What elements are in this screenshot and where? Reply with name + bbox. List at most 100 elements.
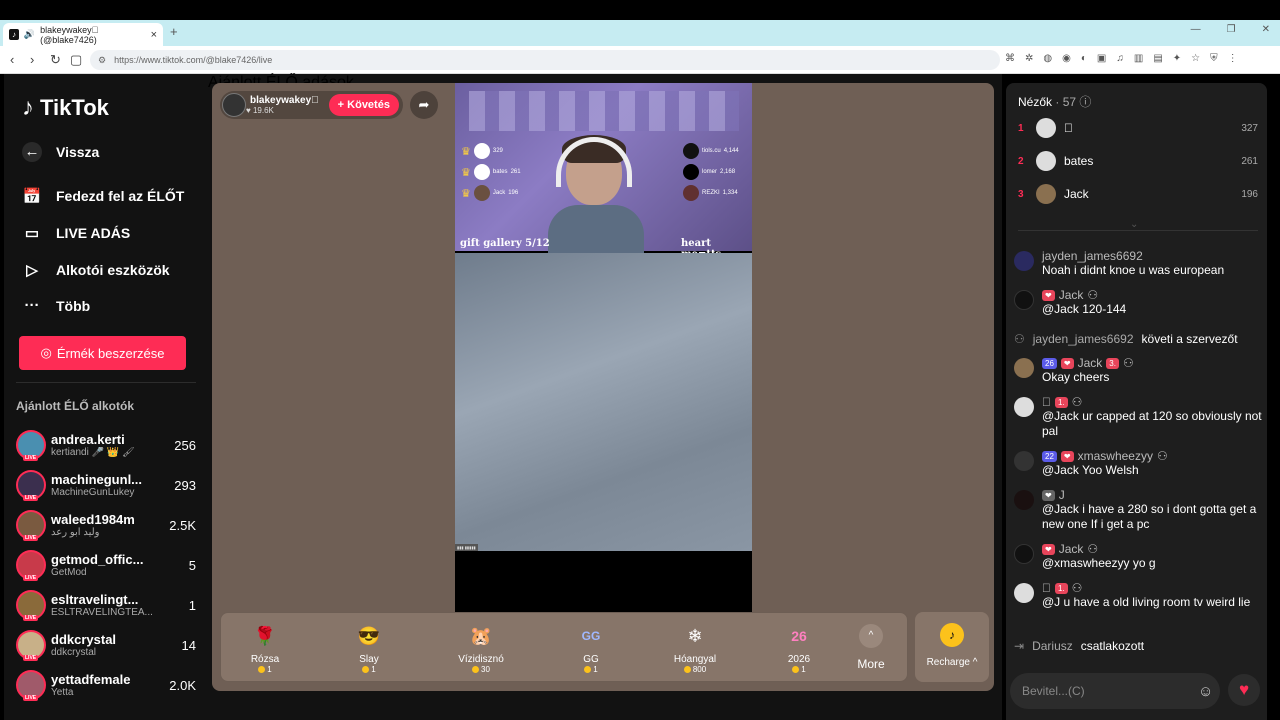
music-icon[interactable]: ♫ [1116,53,1124,64]
wallet-icon[interactable]: ▤ [1153,53,1162,64]
follow-button[interactable]: + Követés [328,94,399,116]
close-tab-icon[interactable]: × [151,29,157,41]
avatar [1036,184,1056,204]
avatar[interactable] [1014,490,1034,510]
more-label: More [857,657,885,671]
emoji-icon[interactable]: ☺ [1198,683,1213,700]
viewer-rank: 2 [1018,155,1024,167]
browser-tab[interactable]: ♪ 🔊 blakeywakey  (@blake7426) × [3,23,163,46]
viewer-row[interactable]: 1   327 [1018,117,1258,139]
chat-message:   1. ⚇ @Jack ur capped at 120 so obviously… [1014,395,1262,439]
get-coins-button[interactable]: ◎ Érmék beszerzése [19,336,186,370]
expand-chevron-icon[interactable]: ⌄ [1130,219,1138,230]
avatar[interactable] [1014,451,1034,471]
chat-username[interactable]: Jack [1059,542,1084,556]
extension-icon-3[interactable]: ◉ [1062,53,1071,64]
system-username[interactable]: Dariusz [1032,639,1073,653]
creator-item[interactable]: LIVE esltravelingt... ESLTRAVELINGTEA... … [16,587,196,623]
gift-item[interactable]: 26 2026 1 [769,621,829,674]
viewer-row[interactable]: 2 bates 261 [1018,150,1258,172]
chat-username[interactable]:   [1042,581,1051,595]
extension-icon-1[interactable]: ✲ [1025,53,1033,64]
close-window-icon[interactable]: ✕ [1262,24,1270,35]
more-gifts-button[interactable]: ^ More [841,621,901,671]
extension-icon-5[interactable]: ▣ [1097,53,1106,64]
system-username[interactable]: jayden_james6692 [1033,332,1134,346]
viewer-name: Jack [1064,187,1089,201]
host-avatar[interactable] [222,93,246,117]
creator-item[interactable]: LIVE getmod_offic... GetMod 5 [16,547,196,583]
coin-icon [792,666,800,673]
copilot-icon[interactable]: ✦ [1173,53,1181,64]
chat-input[interactable]: Bevitel...(C) [1010,673,1220,709]
screen-label: ▮▮▮ ▮▮▮▮▮ [455,544,478,551]
extension-icon-4[interactable]: ◐ [1081,53,1087,64]
gift-item[interactable]: 🌹 Rózsa 1 [235,621,295,674]
avatar[interactable] [1014,290,1034,310]
avatar[interactable] [1014,544,1034,564]
coin-icon [362,666,370,673]
creator-tools-icon: ▷ [26,262,38,279]
avatar[interactable] [1014,251,1034,271]
nav-explore-live[interactable]: 📅 Fedezd fel az ÉLŐT [22,187,185,205]
restore-icon[interactable]: ❐ [1227,24,1236,35]
gift-bar: 🌹 Rózsa 1 😎 Slay 1 🐹 Vízidisznó 30 GG GG [220,612,908,682]
info-icon[interactable]: ⓘ [1079,95,1091,109]
favorites-icon[interactable]: ☆ [1191,53,1200,64]
chat-username[interactable]: Jack [1078,356,1103,370]
chat-input-placeholder: Bevitel...(C) [1022,684,1085,698]
nav-more[interactable]: ··· Több [22,297,91,314]
gift-item[interactable]: GG GG 1 [561,621,621,674]
live-badge: LIVE [23,535,39,541]
share-icon[interactable]: ➦ [410,91,438,119]
reload-icon[interactable]: ↻ [50,52,61,68]
translate-icon[interactable]: ⌘ [1005,53,1015,64]
like-heart-button[interactable]: ♥ [1228,674,1260,706]
recharge-button[interactable]: ♪ Recharge ^ [915,612,989,682]
creator-nickname: ddkcrystal [51,647,97,658]
viewer-rank: 1 [1018,122,1024,134]
creator-item[interactable]: LIVE yettadfemale Yetta 2.0K [16,667,196,703]
host-info[interactable]: blakeywakey  ♥ 19.6K + Követés [220,91,403,119]
gift-item[interactable]: 🐹 Vízidisznó 30 [451,621,511,674]
gift-item[interactable]: 😎 Slay 1 [339,621,399,674]
site-info-icon[interactable]: ⚙ [98,55,106,66]
avatar[interactable] [1014,397,1034,417]
nav-creator-tools[interactable]: ▷ Alkotói eszközök [22,261,169,279]
back-icon[interactable]: ‹ [10,52,14,67]
sidebar-icon[interactable]: ▥ [1134,53,1143,64]
nav-back[interactable]: ← Vissza [22,142,99,162]
avatar[interactable] [1014,583,1034,603]
coin-icon [683,666,691,673]
creator-viewer-count: 2.5K [169,517,196,533]
nav-go-live[interactable]: ▭ LIVE ADÁS [22,224,130,242]
creator-item[interactable]: LIVE ddkcrystal ddkcrystal 14 [16,627,196,663]
creator-item[interactable]: LIVE andrea.kerti kertiandi 🎤 👑 🖌 256 [16,427,196,463]
chat-username[interactable]: J [1059,488,1065,502]
avatar[interactable] [1014,358,1034,378]
live-badge: LIVE [23,455,39,461]
chat-username[interactable]: xmaswheezyy [1078,449,1153,463]
chat-username[interactable]: Jack [1059,288,1084,302]
chat-username[interactable]:   [1042,395,1051,409]
viewer-row[interactable]: 3 Jack 196 [1018,183,1258,205]
extension-icon-2[interactable]: ◍ [1043,53,1052,64]
chat-username[interactable]: jayden_james6692 [1042,249,1143,263]
minimize-icon[interactable]: — [1191,24,1201,35]
menu-dots-icon[interactable]: ⋮ [1228,53,1238,64]
viewers-header[interactable]: Nézők · 57 ⓘ [1018,93,1091,110]
live-video[interactable]: ♛ 329 ♛ bates 261 ♛ Jack 196 tiols.cu 4,144… [455,83,752,613]
recharge-label: Recharge ^ [926,657,978,668]
overlay-score: 1,334 [722,190,738,196]
shield-icon[interactable]: ⛨ [1210,53,1218,64]
overlay-name: lomer [702,169,718,175]
creator-item[interactable]: LIVE machinegunl... MachineGunLukey 293 [16,467,196,503]
creator-item[interactable]: LIVE waleed1984m وليد ابو رعد 2.5K [16,507,196,543]
new-tab-button[interactable]: + [170,24,178,39]
bookmark-icon[interactable]: ▢ [70,52,82,68]
avatar: LIVE [16,510,46,541]
forward-icon[interactable]: › [30,52,34,67]
gift-item[interactable]: ❄ Hóangyal 800 [665,621,725,674]
tiktok-logo[interactable]: ♪ TikTok [22,94,109,122]
url-field[interactable]: ⚙ https://www.tiktok.com/@blake7426/live [90,50,1000,70]
